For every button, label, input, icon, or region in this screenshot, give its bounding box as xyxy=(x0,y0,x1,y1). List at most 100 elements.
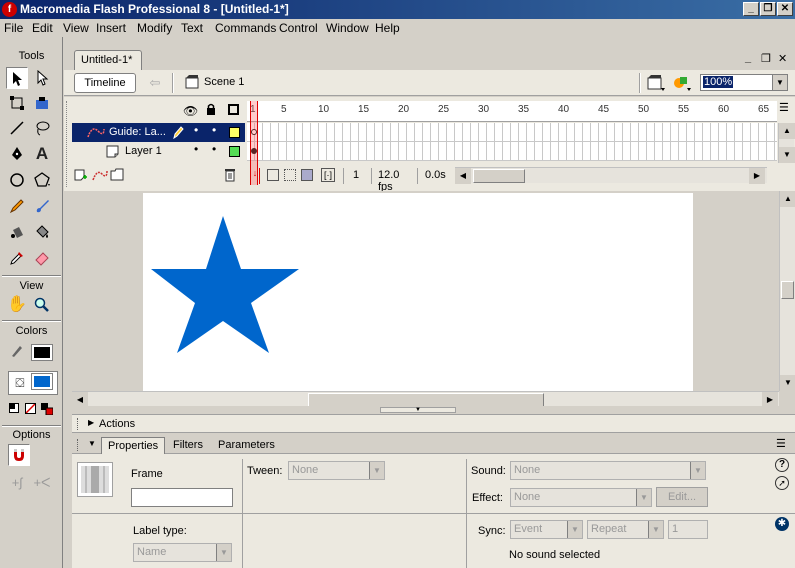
back-arrow-icon[interactable]: ⇦ xyxy=(146,75,164,91)
stage-hscroll[interactable]: ◀ ▶ xyxy=(72,391,779,408)
pencil-tool-icon[interactable] xyxy=(6,195,28,217)
snap-to-objects-icon[interactable] xyxy=(8,444,30,466)
scroll-down-icon[interactable]: ▼ xyxy=(779,147,795,163)
layer-visible-dot[interactable]: • xyxy=(194,123,198,137)
scroll-right-icon[interactable]: ▶ xyxy=(749,168,765,184)
eraser-tool-icon[interactable] xyxy=(31,247,53,269)
delete-layer-icon[interactable] xyxy=(224,168,236,185)
menu-view[interactable]: View xyxy=(63,21,89,35)
oval-tool-icon[interactable] xyxy=(6,169,28,191)
timeline-menu-icon[interactable]: ☰ xyxy=(779,101,794,121)
restore-button[interactable]: ❐ xyxy=(760,2,776,16)
chevron-down-icon[interactable]: ▼ xyxy=(690,462,705,479)
modify-onion-markers-icon[interactable]: [·] xyxy=(321,168,335,182)
chevron-down-icon[interactable]: ▼ xyxy=(567,521,582,538)
actions-panel-bar[interactable]: ▶ Actions xyxy=(72,414,795,433)
layer-row-layer1[interactable]: Layer 1 • • xyxy=(72,142,245,161)
chevron-down-icon[interactable]: ▼ xyxy=(648,521,663,538)
frame-ruler[interactable]: 1 5 10 15 20 25 30 35 40 45 50 55 60 65 xyxy=(247,101,777,122)
repeat-count-input[interactable]: 1 xyxy=(668,520,708,539)
frames-row-guide[interactable] xyxy=(247,123,777,142)
straighten-option-icon[interactable]: +ᐸ xyxy=(31,472,53,494)
chevron-down-icon[interactable]: ▼ xyxy=(772,75,787,90)
onion-skin-outlines-icon[interactable] xyxy=(284,169,296,181)
text-tool-icon[interactable]: A xyxy=(31,143,53,165)
menu-insert[interactable]: Insert xyxy=(96,21,126,35)
eye-icon[interactable]: 👁 xyxy=(183,104,198,118)
scroll-down-icon[interactable]: ▼ xyxy=(780,375,795,391)
scroll-up-icon[interactable]: ▲ xyxy=(780,191,795,207)
expand-arrow-icon[interactable]: ▶ xyxy=(88,418,94,427)
smooth-option-icon[interactable]: +ʃ xyxy=(6,472,28,494)
tween-select[interactable]: None ▼ xyxy=(288,461,385,480)
paint-bucket-tool-icon[interactable] xyxy=(31,221,53,243)
layer-lock-dot[interactable]: • xyxy=(212,123,216,137)
doc-minimize-button[interactable]: _ xyxy=(745,52,751,64)
layer-outline-swatch[interactable] xyxy=(229,146,240,157)
edit-scene-icon[interactable] xyxy=(647,74,667,95)
panel-grip[interactable] xyxy=(77,439,81,451)
menu-modify[interactable]: Modify xyxy=(137,21,172,35)
black-white-icon[interactable] xyxy=(9,403,19,413)
pen-tool-icon[interactable] xyxy=(6,143,28,165)
effect-select[interactable]: None ▼ xyxy=(510,488,652,507)
free-transform-tool-icon[interactable] xyxy=(6,92,28,114)
tab-properties[interactable]: Properties xyxy=(101,437,166,454)
add-motion-guide-icon[interactable] xyxy=(92,168,108,185)
frames-row-layer1[interactable] xyxy=(247,142,777,161)
scroll-up-icon[interactable]: ▲ xyxy=(779,123,795,139)
subselection-tool-icon[interactable] xyxy=(31,67,53,89)
chevron-down-icon[interactable]: ▼ xyxy=(636,489,651,506)
chevron-down-icon[interactable]: ▼ xyxy=(369,462,384,479)
line-tool-icon[interactable] xyxy=(6,117,28,139)
scene-label[interactable]: Scene 1 xyxy=(204,76,244,88)
outline-icon[interactable] xyxy=(228,104,239,115)
label-type-select[interactable]: Name ▼ xyxy=(133,543,232,562)
panel-splitter[interactable]: ▼ xyxy=(72,406,795,414)
menu-edit[interactable]: Edit xyxy=(32,21,53,35)
edit-icon[interactable]: ➚ xyxy=(775,476,789,490)
doc-close-button[interactable]: ✕ xyxy=(778,52,787,65)
stroke-color-swatch[interactable] xyxy=(31,344,53,361)
layer-lock-dot[interactable]: • xyxy=(212,142,216,156)
zoom-tool-icon[interactable] xyxy=(31,294,53,316)
star-shape[interactable] xyxy=(151,213,301,353)
menu-window[interactable]: Window xyxy=(326,21,369,35)
close-button[interactable]: ✕ xyxy=(777,2,793,16)
layer-outline-swatch[interactable] xyxy=(229,127,240,138)
fill-color-swatch[interactable] xyxy=(31,373,53,390)
tab-parameters[interactable]: Parameters xyxy=(212,437,281,454)
layer-visible-dot[interactable]: • xyxy=(194,142,198,156)
timeline-toggle-button[interactable]: Timeline xyxy=(74,73,136,93)
scroll-left-icon[interactable]: ◀ xyxy=(455,168,471,184)
eyedropper-tool-icon[interactable] xyxy=(6,247,28,269)
menu-text[interactable]: Text xyxy=(181,21,203,35)
doc-restore-button[interactable]: ❐ xyxy=(761,52,771,65)
center-frame-icon[interactable]: ↓ xyxy=(250,168,260,184)
document-tab[interactable]: Untitled-1* xyxy=(74,50,142,70)
sound-select[interactable]: None ▼ xyxy=(510,461,706,480)
actions-label[interactable]: Actions xyxy=(99,418,135,430)
minimize-button[interactable]: _ xyxy=(743,2,759,16)
frame-rate[interactable]: 12.0 fps xyxy=(371,168,417,193)
repeat-select[interactable]: Repeat ▼ xyxy=(587,520,664,539)
accessibility-icon[interactable]: ✱ xyxy=(775,517,789,531)
no-color-icon[interactable] xyxy=(25,403,36,414)
tab-filters[interactable]: Filters xyxy=(167,437,209,454)
layer-name[interactable]: Guide: La... xyxy=(109,126,166,138)
brush-tool-icon[interactable] xyxy=(31,195,53,217)
scroll-thumb[interactable] xyxy=(308,393,544,407)
hand-tool-icon[interactable]: ✋ xyxy=(6,294,28,316)
swap-colors-icon[interactable] xyxy=(41,403,54,416)
chevron-down-icon[interactable]: ▼ xyxy=(216,544,231,561)
menu-help[interactable]: Help xyxy=(375,21,400,35)
panel-menu-icon[interactable]: ☰ xyxy=(776,437,786,450)
panel-grip[interactable] xyxy=(77,418,81,430)
zoom-select[interactable]: 100% ▼ xyxy=(700,74,788,91)
insert-layer-icon[interactable] xyxy=(74,168,88,185)
fill-transform-tool-icon[interactable] xyxy=(31,92,53,114)
help-icon[interactable]: ? xyxy=(775,458,789,472)
stage[interactable] xyxy=(143,193,693,391)
scroll-thumb[interactable] xyxy=(473,169,525,183)
flash-app-icon[interactable]: f xyxy=(2,2,17,17)
